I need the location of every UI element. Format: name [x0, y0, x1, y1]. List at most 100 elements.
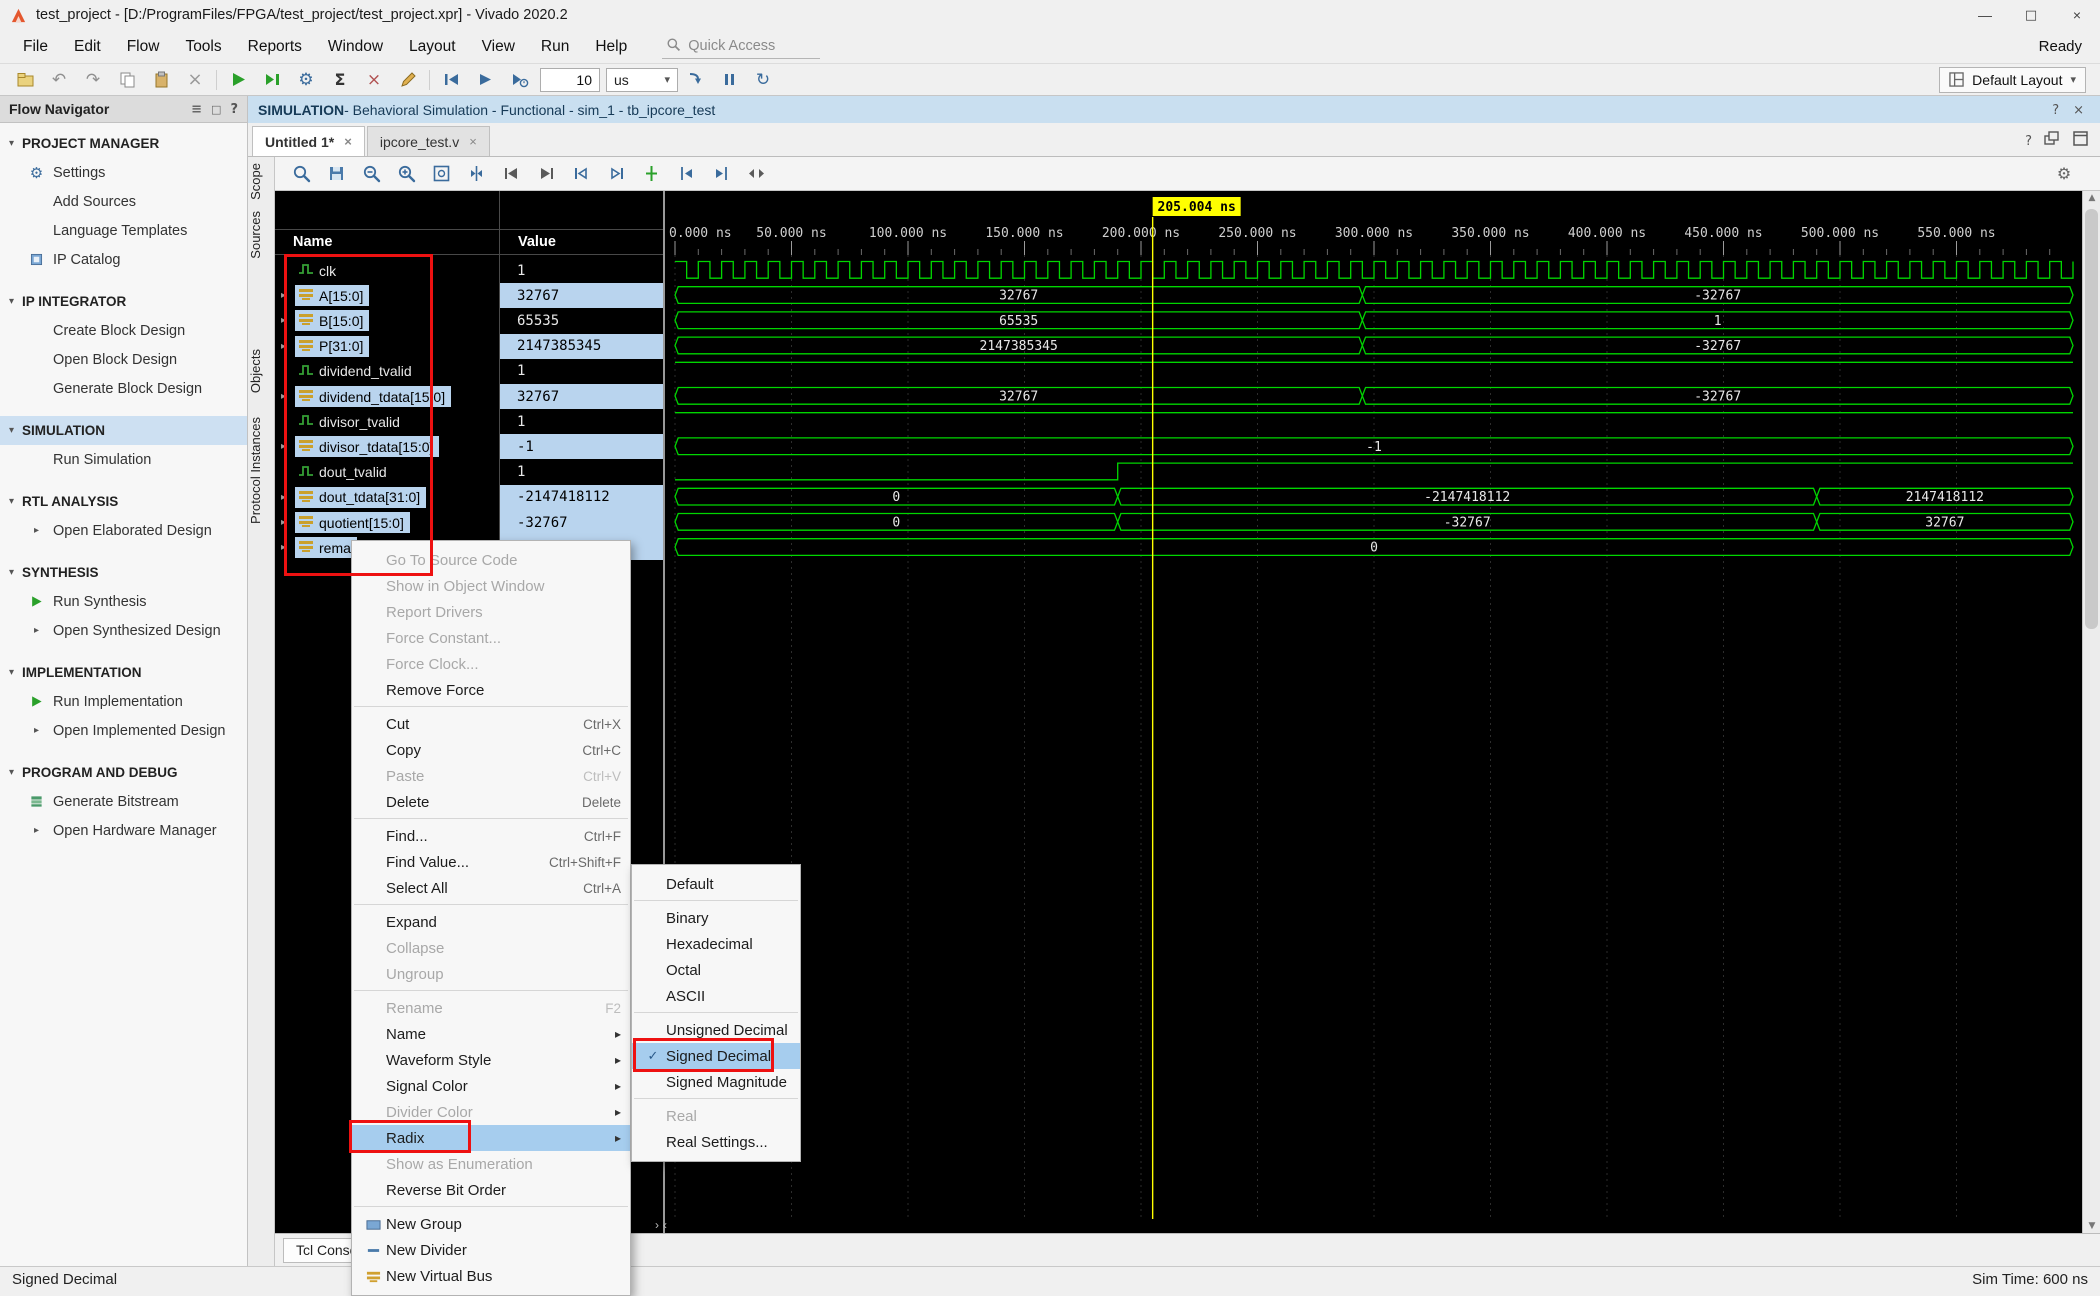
help-icon[interactable]: ? [230, 101, 238, 117]
menu-item-copy[interactable]: CopyCtrl+C [352, 737, 630, 763]
menu-item-cut[interactable]: CutCtrl+X [352, 711, 630, 737]
break-icon[interactable] [712, 66, 746, 93]
menu-item-reverse-bit-order[interactable]: Reverse Bit Order [352, 1177, 630, 1203]
signal-row-a-15-0[interactable]: ▸A[15:0] [275, 283, 499, 308]
step-icon[interactable] [678, 66, 712, 93]
menu-item-remove-force[interactable]: Remove Force [352, 677, 630, 703]
splitter-collapse-right-icon[interactable]: › [655, 1218, 659, 1232]
quick-access-search[interactable]: Quick Access [662, 34, 820, 59]
flownav-section-simulation[interactable]: ▾SIMULATION [0, 416, 247, 445]
splitter-collapse-left-icon[interactable]: ‹ [663, 1218, 667, 1232]
goto-previous-marker-icon[interactable] [672, 161, 700, 187]
scroll-down-icon[interactable]: ▼ [2083, 1221, 2100, 1231]
flownav-item-open-elaborated-design[interactable]: ▸Open Elaborated Design [0, 516, 247, 545]
menu-layout[interactable]: Layout [396, 33, 469, 61]
zoom-fit-icon[interactable] [427, 161, 455, 187]
zoom-to-cursor-icon[interactable] [462, 161, 490, 187]
menu-edit[interactable]: Edit [61, 33, 114, 61]
signal-value-dividend-tdata-15-0[interactable]: 32767 [500, 384, 663, 409]
menu-help[interactable]: Help [582, 33, 640, 61]
menu-reports[interactable]: Reports [235, 33, 315, 61]
menu-item-signed-decimal[interactable]: ✓Signed Decimal [632, 1043, 800, 1069]
expand-chevron-icon[interactable]: ▸ [281, 492, 295, 503]
menu-flow[interactable]: Flow [114, 33, 173, 61]
zoom-out-icon[interactable] [357, 161, 385, 187]
flownav-item-settings[interactable]: ⚙Settings [0, 158, 247, 187]
goto-next-marker-icon[interactable] [707, 161, 735, 187]
menu-item-radix[interactable]: Radix▸ [352, 1125, 630, 1151]
signal-value-dout-tdata-31-0[interactable]: -2147418112 [500, 485, 663, 510]
vertical-scrollbar-thumb[interactable] [2085, 209, 2098, 629]
signal-row-dividend-tdata-15-0[interactable]: ▸dividend_tdata[15:0] [275, 384, 499, 409]
float-icon[interactable] [2042, 129, 2061, 153]
scroll-up-icon[interactable]: ▲ [2083, 193, 2100, 203]
flownav-section-implementation[interactable]: ▾IMPLEMENTATION [0, 658, 247, 687]
flownav-item-open-block-design[interactable]: Open Block Design [0, 345, 247, 374]
menu-item-new-divider[interactable]: New Divider [352, 1237, 630, 1263]
flownav-section-project-manager[interactable]: ▾PROJECT MANAGER [0, 129, 247, 158]
previous-transition-icon[interactable] [567, 161, 595, 187]
flownav-item-ip-catalog[interactable]: IP Catalog [0, 245, 247, 274]
paste-icon[interactable] [144, 66, 178, 93]
flownav-item-open-hardware-manager[interactable]: ▸Open Hardware Manager [0, 816, 247, 845]
signal-row-divisor-tdata-15-0[interactable]: ▸divisor_tdata[15:0] [275, 434, 499, 459]
run-all-icon[interactable] [468, 66, 502, 93]
signal-row-divisor-tvalid[interactable]: divisor_tvalid [275, 409, 499, 434]
run-for-icon[interactable] [502, 66, 536, 93]
menu-item-report-drivers[interactable]: Report Drivers [352, 599, 630, 625]
settings-gear-icon[interactable]: ⚙ [289, 66, 323, 93]
flownav-item-run-implementation[interactable]: Run Implementation [0, 687, 247, 716]
expand-chevron-icon[interactable]: ▸ [27, 725, 46, 736]
add-marker-icon[interactable] [637, 161, 665, 187]
expand-chevron-icon[interactable]: ▸ [27, 625, 46, 636]
menu-item-divider-color[interactable]: Divider Color▸ [352, 1099, 630, 1125]
flownav-item-add-sources[interactable]: Add Sources [0, 187, 247, 216]
undo-icon[interactable]: ↶ [42, 66, 76, 93]
menu-item-real-settings[interactable]: Real Settings... [632, 1129, 800, 1155]
flownav-item-generate-bitstream[interactable]: Generate Bitstream [0, 787, 247, 816]
menu-item-delete[interactable]: DeleteDelete [352, 789, 630, 815]
flownav-item-open-synthesized-design[interactable]: ▸Open Synthesized Design [0, 616, 247, 645]
expand-chevron-icon[interactable]: ▸ [281, 341, 295, 352]
open-project-icon[interactable] [8, 66, 42, 93]
menu-item-ungroup[interactable]: Ungroup [352, 961, 630, 987]
menu-run[interactable]: Run [528, 33, 582, 61]
zoom-in-icon[interactable] [392, 161, 420, 187]
vertical-scrollbar[interactable]: ▲ ▼ [2082, 191, 2100, 1233]
help-icon[interactable]: ? [2025, 132, 2032, 150]
tab-ipcore-test-v[interactable]: ipcore_test.v× [367, 126, 490, 156]
relaunch-icon[interactable]: ↻ [746, 66, 780, 93]
flownav-item-generate-block-design[interactable]: Generate Block Design [0, 374, 247, 403]
find-icon[interactable] [287, 161, 315, 187]
menu-item-new-group[interactable]: New Group [352, 1211, 630, 1237]
signal-value-b-15-0[interactable]: 65535 [500, 308, 663, 333]
run-steps-icon[interactable] [255, 66, 289, 93]
copy-icon[interactable] [110, 66, 144, 93]
menu-item-paste[interactable]: PasteCtrl+V [352, 763, 630, 789]
simulation-time-input[interactable]: 10 [540, 68, 600, 92]
tab-close-icon[interactable]: × [344, 134, 352, 149]
expand-chevron-icon[interactable]: ▸ [281, 290, 295, 301]
cancel-icon[interactable]: × [357, 66, 391, 93]
menu-item-select-all[interactable]: Select AllCtrl+A [352, 875, 630, 901]
menu-item-binary[interactable]: Binary [632, 905, 800, 931]
signal-row-quotient-15-0[interactable]: ▸quotient[15:0] [275, 510, 499, 535]
help-icon[interactable]: ? [2052, 102, 2059, 118]
signal-value-quotient-15-0[interactable]: -32767 [500, 510, 663, 535]
expand-chevron-icon[interactable]: ▸ [281, 315, 295, 326]
dock-icon[interactable]: □ [211, 101, 221, 117]
horizontal-scrollbar[interactable]: › ‹ [655, 1217, 667, 1232]
settings-icon[interactable]: ⚙ [2050, 161, 2078, 187]
tab-untitled-1[interactable]: Untitled 1*× [252, 126, 365, 156]
menu-item-real[interactable]: Real [632, 1103, 800, 1129]
menu-tools[interactable]: Tools [172, 33, 234, 61]
flownav-item-create-block-design[interactable]: Create Block Design [0, 316, 247, 345]
expand-chevron-icon[interactable]: ▸ [281, 517, 295, 528]
menu-item-signal-color[interactable]: Signal Color▸ [352, 1073, 630, 1099]
flownav-section-program-and-debug[interactable]: ▾PROGRAM AND DEBUG [0, 758, 247, 787]
signal-value-clk[interactable]: 1 [500, 258, 663, 283]
side-tab-scope[interactable]: Scope [248, 159, 275, 204]
signal-row-dout-tvalid[interactable]: dout_tvalid [275, 460, 499, 485]
side-tab-objects[interactable]: Objects [248, 345, 275, 397]
close-icon[interactable]: × [2073, 102, 2084, 118]
